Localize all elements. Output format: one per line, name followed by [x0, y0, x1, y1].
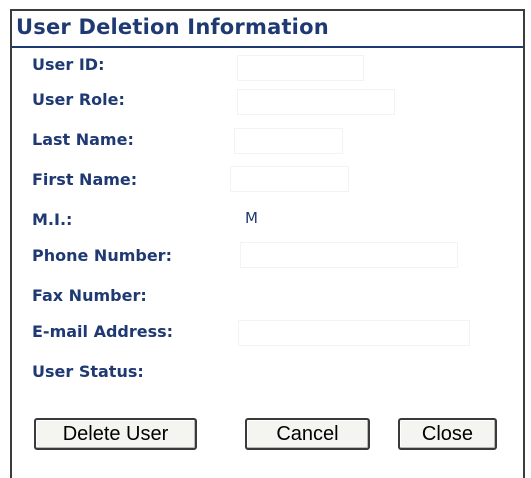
last-name-value	[234, 128, 343, 154]
fax-number-label: Fax Number:	[32, 286, 147, 305]
close-button[interactable]: Close	[398, 418, 497, 450]
middle-initial-value: M	[245, 209, 258, 227]
delete-user-button[interactable]: Delete User	[34, 418, 197, 450]
user-id-value	[237, 55, 364, 81]
email-address-label: E-mail Address:	[32, 322, 174, 341]
phone-number-label: Phone Number:	[32, 246, 172, 265]
user-status-label: User Status:	[32, 362, 144, 381]
middle-initial-label: M.I.:	[32, 210, 73, 229]
cancel-button[interactable]: Cancel	[245, 418, 370, 450]
user-role-label: User Role:	[32, 90, 125, 109]
section-title: User Deletion Information	[16, 15, 329, 39]
first-name-value	[230, 166, 349, 192]
first-name-label: First Name:	[32, 170, 138, 189]
title-divider	[12, 46, 523, 48]
email-address-value	[238, 320, 470, 346]
last-name-label: Last Name:	[32, 130, 134, 149]
user-id-label: User ID:	[32, 55, 105, 74]
user-role-value	[237, 89, 395, 115]
phone-number-value	[240, 242, 458, 268]
